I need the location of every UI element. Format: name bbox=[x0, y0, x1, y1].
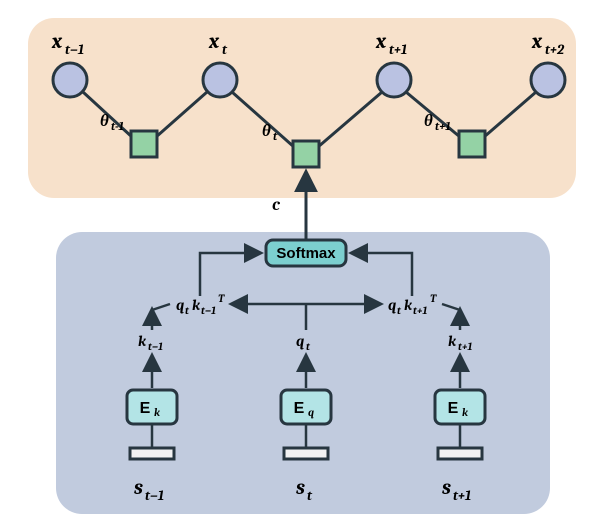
theta-node-tm1 bbox=[131, 131, 157, 157]
svg-text:q: q bbox=[388, 296, 396, 314]
svg-text:t+1: t+1 bbox=[389, 41, 407, 58]
svg-text:T: T bbox=[430, 292, 437, 305]
svg-text:s: s bbox=[134, 476, 143, 500]
svg-text:k: k bbox=[404, 296, 413, 314]
slot-s-t bbox=[284, 448, 328, 459]
svg-text:k: k bbox=[192, 296, 201, 314]
svg-text:E: E bbox=[294, 400, 305, 417]
svg-text:k: k bbox=[448, 332, 457, 350]
svg-text:E: E bbox=[140, 400, 151, 417]
svg-text:q: q bbox=[176, 296, 184, 314]
encoder-Ek-right bbox=[435, 390, 485, 424]
svg-text:θ: θ bbox=[262, 122, 271, 141]
svg-text:k: k bbox=[154, 406, 160, 419]
svg-text:θ: θ bbox=[424, 112, 433, 131]
svg-text:k: k bbox=[462, 406, 468, 419]
softmax-label: Softmax bbox=[276, 245, 336, 262]
svg-text:t-1: t-1 bbox=[111, 119, 124, 133]
svg-text:t+1: t+1 bbox=[413, 304, 427, 317]
svg-text:x: x bbox=[375, 30, 387, 54]
svg-text:t−1: t−1 bbox=[145, 487, 164, 504]
svg-text:t+1: t+1 bbox=[453, 487, 471, 504]
theta-node-t bbox=[293, 141, 319, 167]
theta-node-tp1 bbox=[459, 131, 485, 157]
svg-text:t+1: t+1 bbox=[435, 119, 451, 133]
diagram: x t−1 x t x t+1 x t+2 θ t-1 θ t θ t+1 bbox=[0, 0, 602, 524]
svg-text:t+2: t+2 bbox=[545, 41, 565, 58]
svg-text:q: q bbox=[296, 332, 304, 350]
bottom-panel bbox=[56, 232, 550, 514]
svg-text:q: q bbox=[308, 406, 314, 419]
svg-text:t−1: t−1 bbox=[201, 304, 216, 317]
svg-text:T: T bbox=[218, 292, 225, 305]
slot-s-tm1 bbox=[130, 448, 174, 459]
encoder-Eq bbox=[281, 390, 331, 424]
x-node-tm1 bbox=[53, 63, 87, 97]
slot-s-tp1 bbox=[438, 448, 482, 459]
label-c: c bbox=[272, 196, 281, 215]
svg-text:E: E bbox=[448, 400, 459, 417]
svg-text:t+1: t+1 bbox=[458, 340, 472, 353]
svg-text:s: s bbox=[296, 476, 305, 500]
svg-text:s: s bbox=[442, 476, 451, 500]
svg-text:x: x bbox=[51, 30, 63, 54]
svg-text:t−1: t−1 bbox=[148, 340, 163, 353]
svg-text:θ: θ bbox=[100, 112, 109, 131]
svg-text:t−1: t−1 bbox=[65, 41, 84, 58]
svg-text:x: x bbox=[208, 30, 220, 54]
svg-text:k: k bbox=[138, 332, 147, 350]
svg-text:x: x bbox=[531, 30, 543, 54]
encoder-Ek-left bbox=[127, 390, 177, 424]
x-node-tp1 bbox=[377, 63, 411, 97]
x-node-t bbox=[203, 63, 237, 97]
x-node-tp2 bbox=[531, 63, 565, 97]
top-panel bbox=[28, 18, 576, 198]
